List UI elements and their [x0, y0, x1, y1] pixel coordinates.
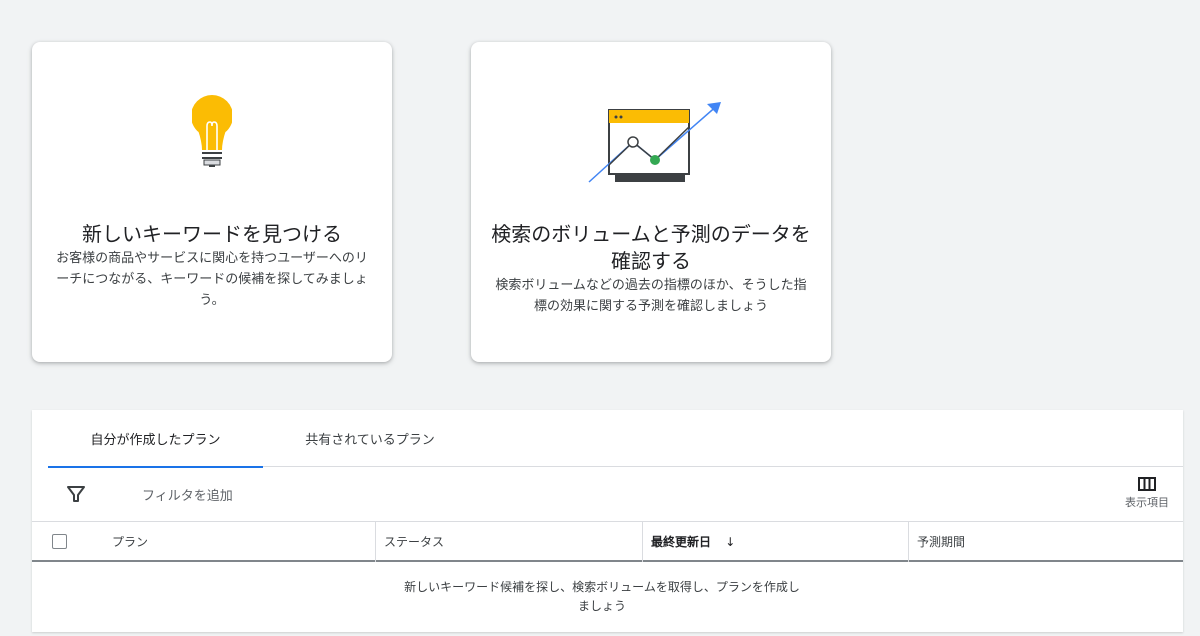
columns-label: 表示項目 [1125, 496, 1169, 509]
sort-arrow-down-icon: ↓ [725, 535, 736, 549]
column-header-status[interactable]: ステータス [375, 522, 642, 562]
plan-tabs: 自分が作成したプラン 共有されているプラン [48, 410, 1183, 468]
search-volume-forecast-card[interactable]: 検索のボリュームと予測のデータを確認する 検索ボリュームなどの過去の指標のほか、… [471, 42, 831, 362]
plans-panel: 自分が作成したプラン 共有されているプラン フィルタを追加 表示項目 プラン ス… [32, 410, 1183, 632]
columns-button[interactable]: 表示項目 [1119, 477, 1175, 510]
card-description: お客様の商品やサービスに関心を持つユーザーへのリーチにつながる、キーワードの候補… [56, 251, 368, 308]
lightbulb-icon [192, 95, 232, 167]
trend-chart-icon [588, 102, 721, 183]
columns-icon [1138, 477, 1156, 491]
filter-icon[interactable] [67, 485, 85, 503]
card-description: 検索ボリュームなどの過去の指標のほか、そうした指標の効果に関する予測を確認しまし… [495, 278, 807, 314]
empty-table-message: 新しいキーワード候補を探し、検索ボリュームを取得し、プランを作成しましょう [404, 580, 800, 613]
column-header-forecast-period[interactable]: 予測期間 [908, 522, 1183, 562]
card-title: 新しいキーワードを見つける [82, 222, 342, 246]
discover-keywords-card[interactable]: 新しいキーワードを見つける お客様の商品やサービスに関心を持つユーザーへのリーチ… [32, 42, 392, 362]
column-header-plan[interactable]: プラン [104, 522, 374, 562]
column-header-label: 最終更新日 [651, 535, 712, 549]
select-all-checkbox[interactable] [52, 534, 67, 549]
tab-my-plans[interactable]: 自分が作成したプラン [48, 410, 263, 468]
tab-shared-plans[interactable]: 共有されているプラン [280, 410, 460, 467]
card-title: 検索のボリュームと予測のデータを確認する [491, 222, 811, 273]
filter-bar: フィルタを追加 表示項目 [32, 467, 1183, 522]
column-header-last-modified[interactable]: 最終更新日 ↓ [642, 522, 908, 562]
add-filter-button[interactable]: フィルタを追加 [142, 485, 233, 504]
table-header: プラン ステータス 最終更新日 ↓ 予測期間 [32, 522, 1183, 562]
